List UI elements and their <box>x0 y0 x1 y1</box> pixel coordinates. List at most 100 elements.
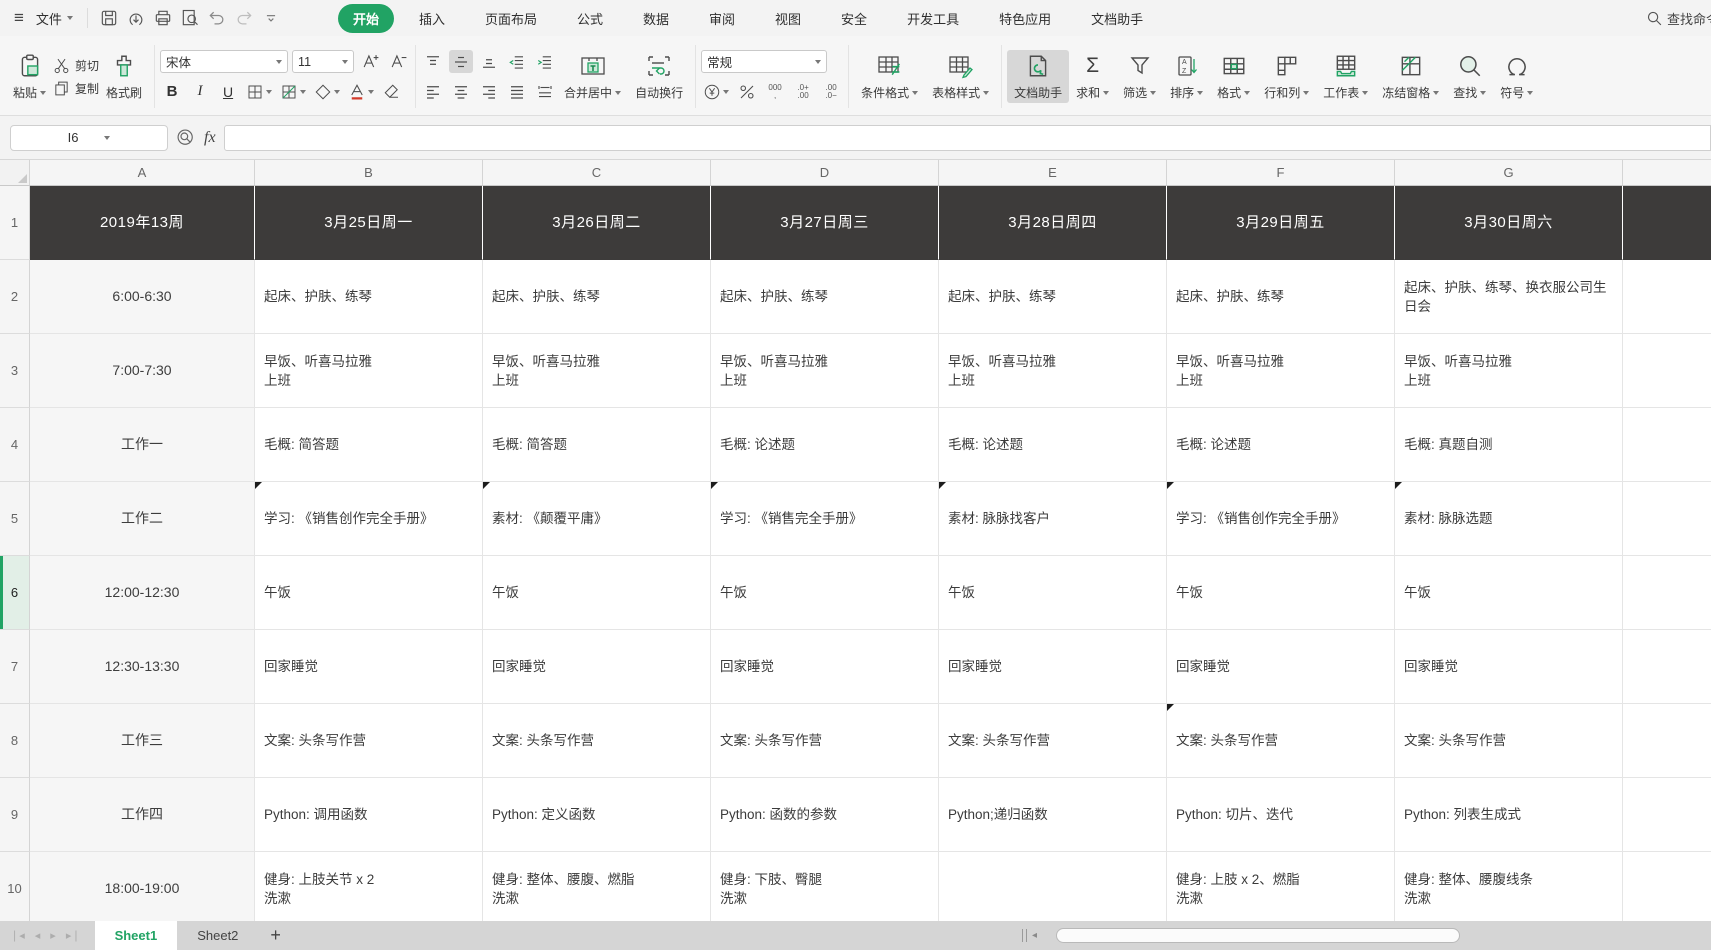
smart-lookup-icon[interactable] <box>176 128 196 148</box>
cell-D1[interactable]: 3月27日周三 <box>711 186 939 260</box>
print-button[interactable] <box>150 5 177 31</box>
cut-button[interactable]: 剪切 <box>53 57 99 74</box>
cell-G10[interactable]: 健身: 整体、腰腹线条 洗漱 <box>1395 852 1623 921</box>
row-header-8[interactable]: 8 <box>0 704 30 778</box>
cell-B6[interactable]: 午饭 <box>255 556 483 630</box>
col-header-C[interactable]: C <box>483 160 711 185</box>
cell-A5[interactable]: 工作二 <box>30 482 255 556</box>
last-sheet-button[interactable]: ▸❘ <box>66 929 81 942</box>
align-left-button[interactable] <box>421 80 445 103</box>
cell-D5[interactable]: 学习: 《销售完全手册》 <box>711 482 939 556</box>
sheet-tab-Sheet2[interactable]: Sheet2 <box>177 921 258 950</box>
file-menu[interactable]: 文件 <box>30 5 79 32</box>
cell-F7[interactable]: 回家睡觉 <box>1167 630 1395 704</box>
cell-B4[interactable]: 毛概: 简答题 <box>255 408 483 482</box>
cell-A6[interactable]: 12:00-12:30 <box>30 556 255 630</box>
cell-G6[interactable]: 午饭 <box>1395 556 1623 630</box>
currency-button[interactable] <box>701 80 731 103</box>
decrease-font-button[interactable] <box>386 50 410 73</box>
decrease-decimal-button[interactable]: .00.0− <box>819 80 843 103</box>
menu-tab-开始[interactable]: 开始 <box>338 4 394 33</box>
cell-F6[interactable]: 午饭 <box>1167 556 1395 630</box>
sum-button[interactable]: Σ 求和 <box>1069 50 1116 103</box>
sheet-tab-Sheet1[interactable]: Sheet1 <box>95 921 178 950</box>
cell-A1[interactable]: 2019年13周 <box>30 186 255 260</box>
cell-B3[interactable]: 早饭、听喜马拉雅 上班 <box>255 334 483 408</box>
fill-color-button[interactable] <box>312 80 342 103</box>
cell-C1[interactable]: 3月26日周二 <box>483 186 711 260</box>
cell-H3-partial[interactable] <box>1623 334 1711 408</box>
menu-tab-插入[interactable]: 插入 <box>404 4 460 33</box>
row-header-4[interactable]: 4 <box>0 408 30 482</box>
worksheet-button[interactable]: 工作表 <box>1316 50 1375 103</box>
paste-button[interactable]: 粘贴 <box>6 50 53 103</box>
cell-A10[interactable]: 18:00-19:00 <box>30 852 255 921</box>
cell-B7[interactable]: 回家睡觉 <box>255 630 483 704</box>
menu-tab-公式[interactable]: 公式 <box>562 4 618 33</box>
decrease-indent-button[interactable] <box>505 50 529 73</box>
cell-A9[interactable]: 工作四 <box>30 778 255 852</box>
first-sheet-button[interactable]: ❘◂ <box>10 929 25 942</box>
cell-G8[interactable]: 文案: 头条写作营 <box>1395 704 1623 778</box>
cell-D8[interactable]: 文案: 头条写作营 <box>711 704 939 778</box>
menu-tab-页面布局[interactable]: 页面布局 <box>470 4 552 33</box>
customize-quick-access-button[interactable] <box>258 5 285 31</box>
cell-F8[interactable]: 文案: 头条写作营 <box>1167 704 1395 778</box>
align-top-button[interactable] <box>421 50 445 73</box>
cell-E9[interactable]: Python;递归函数 <box>939 778 1167 852</box>
cell-E7[interactable]: 回家睡觉 <box>939 630 1167 704</box>
next-sheet-button[interactable]: ▸ <box>50 929 56 942</box>
menu-tab-视图[interactable]: 视图 <box>760 4 816 33</box>
cell-E2[interactable]: 起床、护肤、练琴 <box>939 260 1167 334</box>
align-bottom-button[interactable] <box>477 50 501 73</box>
cell-G4[interactable]: 毛概: 真题自测 <box>1395 408 1623 482</box>
cell-F3[interactable]: 早饭、听喜马拉雅 上班 <box>1167 334 1395 408</box>
col-header-partial[interactable] <box>1623 160 1711 185</box>
cell-D4[interactable]: 毛概: 论述题 <box>711 408 939 482</box>
hamburger-menu-icon[interactable]: ≡ <box>8 8 30 28</box>
cell-G1[interactable]: 3月30日周六 <box>1395 186 1623 260</box>
comma-style-button[interactable]: 000, <box>763 80 787 103</box>
shading-button[interactable] <box>278 80 308 103</box>
prev-sheet-button[interactable]: ◂ <box>35 929 41 942</box>
col-header-G[interactable]: G <box>1395 160 1623 185</box>
cell-G9[interactable]: Python: 列表生成式 <box>1395 778 1623 852</box>
formula-input[interactable] <box>224 125 1711 151</box>
eraser-button[interactable] <box>380 80 404 103</box>
cell-H5-partial[interactable] <box>1623 482 1711 556</box>
cell-E3[interactable]: 早饭、听喜马拉雅 上班 <box>939 334 1167 408</box>
cell-D7[interactable]: 回家睡觉 <box>711 630 939 704</box>
distribute-button[interactable] <box>533 80 557 103</box>
cell-A2[interactable]: 6:00-6:30 <box>30 260 255 334</box>
bold-button[interactable]: B <box>160 80 184 103</box>
cell-C4[interactable]: 毛概: 简答题 <box>483 408 711 482</box>
menubar-search[interactable]: 查找命令 <box>1646 0 1711 36</box>
cell-H4-partial[interactable] <box>1623 408 1711 482</box>
align-center-button[interactable] <box>449 80 473 103</box>
row-header-7[interactable]: 7 <box>0 630 30 704</box>
sort-button[interactable]: AZ 排序 <box>1163 50 1210 103</box>
print-preview-button[interactable] <box>177 5 204 31</box>
cell-E10[interactable] <box>939 852 1167 921</box>
cell-G5[interactable]: 素材: 脉脉选题 <box>1395 482 1623 556</box>
cell-E1[interactable]: 3月28日周四 <box>939 186 1167 260</box>
number-format-select[interactable]: 常规 <box>701 50 827 73</box>
menu-tab-安全[interactable]: 安全 <box>826 4 882 33</box>
cell-D9[interactable]: Python: 函数的参数 <box>711 778 939 852</box>
cell-F2[interactable]: 起床、护肤、练琴 <box>1167 260 1395 334</box>
row-header-3[interactable]: 3 <box>0 334 30 408</box>
increase-indent-button[interactable] <box>533 50 557 73</box>
font-name-select[interactable]: 宋体 <box>160 50 288 73</box>
cell-F10[interactable]: 健身: 上肢 x 2、燃脂 洗漱 <box>1167 852 1395 921</box>
cell-A8[interactable]: 工作三 <box>30 704 255 778</box>
horizontal-scrollbar-thumb[interactable] <box>1056 928 1460 943</box>
cell-C6[interactable]: 午饭 <box>483 556 711 630</box>
percent-button[interactable] <box>735 80 759 103</box>
row-header-1[interactable]: 1 <box>0 186 30 260</box>
save-button[interactable] <box>96 5 123 31</box>
col-header-B[interactable]: B <box>255 160 483 185</box>
cell-H7-partial[interactable] <box>1623 630 1711 704</box>
format-painter-button[interactable]: 格式刷 <box>99 50 149 103</box>
cell-B9[interactable]: Python: 调用函数 <box>255 778 483 852</box>
col-header-E[interactable]: E <box>939 160 1167 185</box>
